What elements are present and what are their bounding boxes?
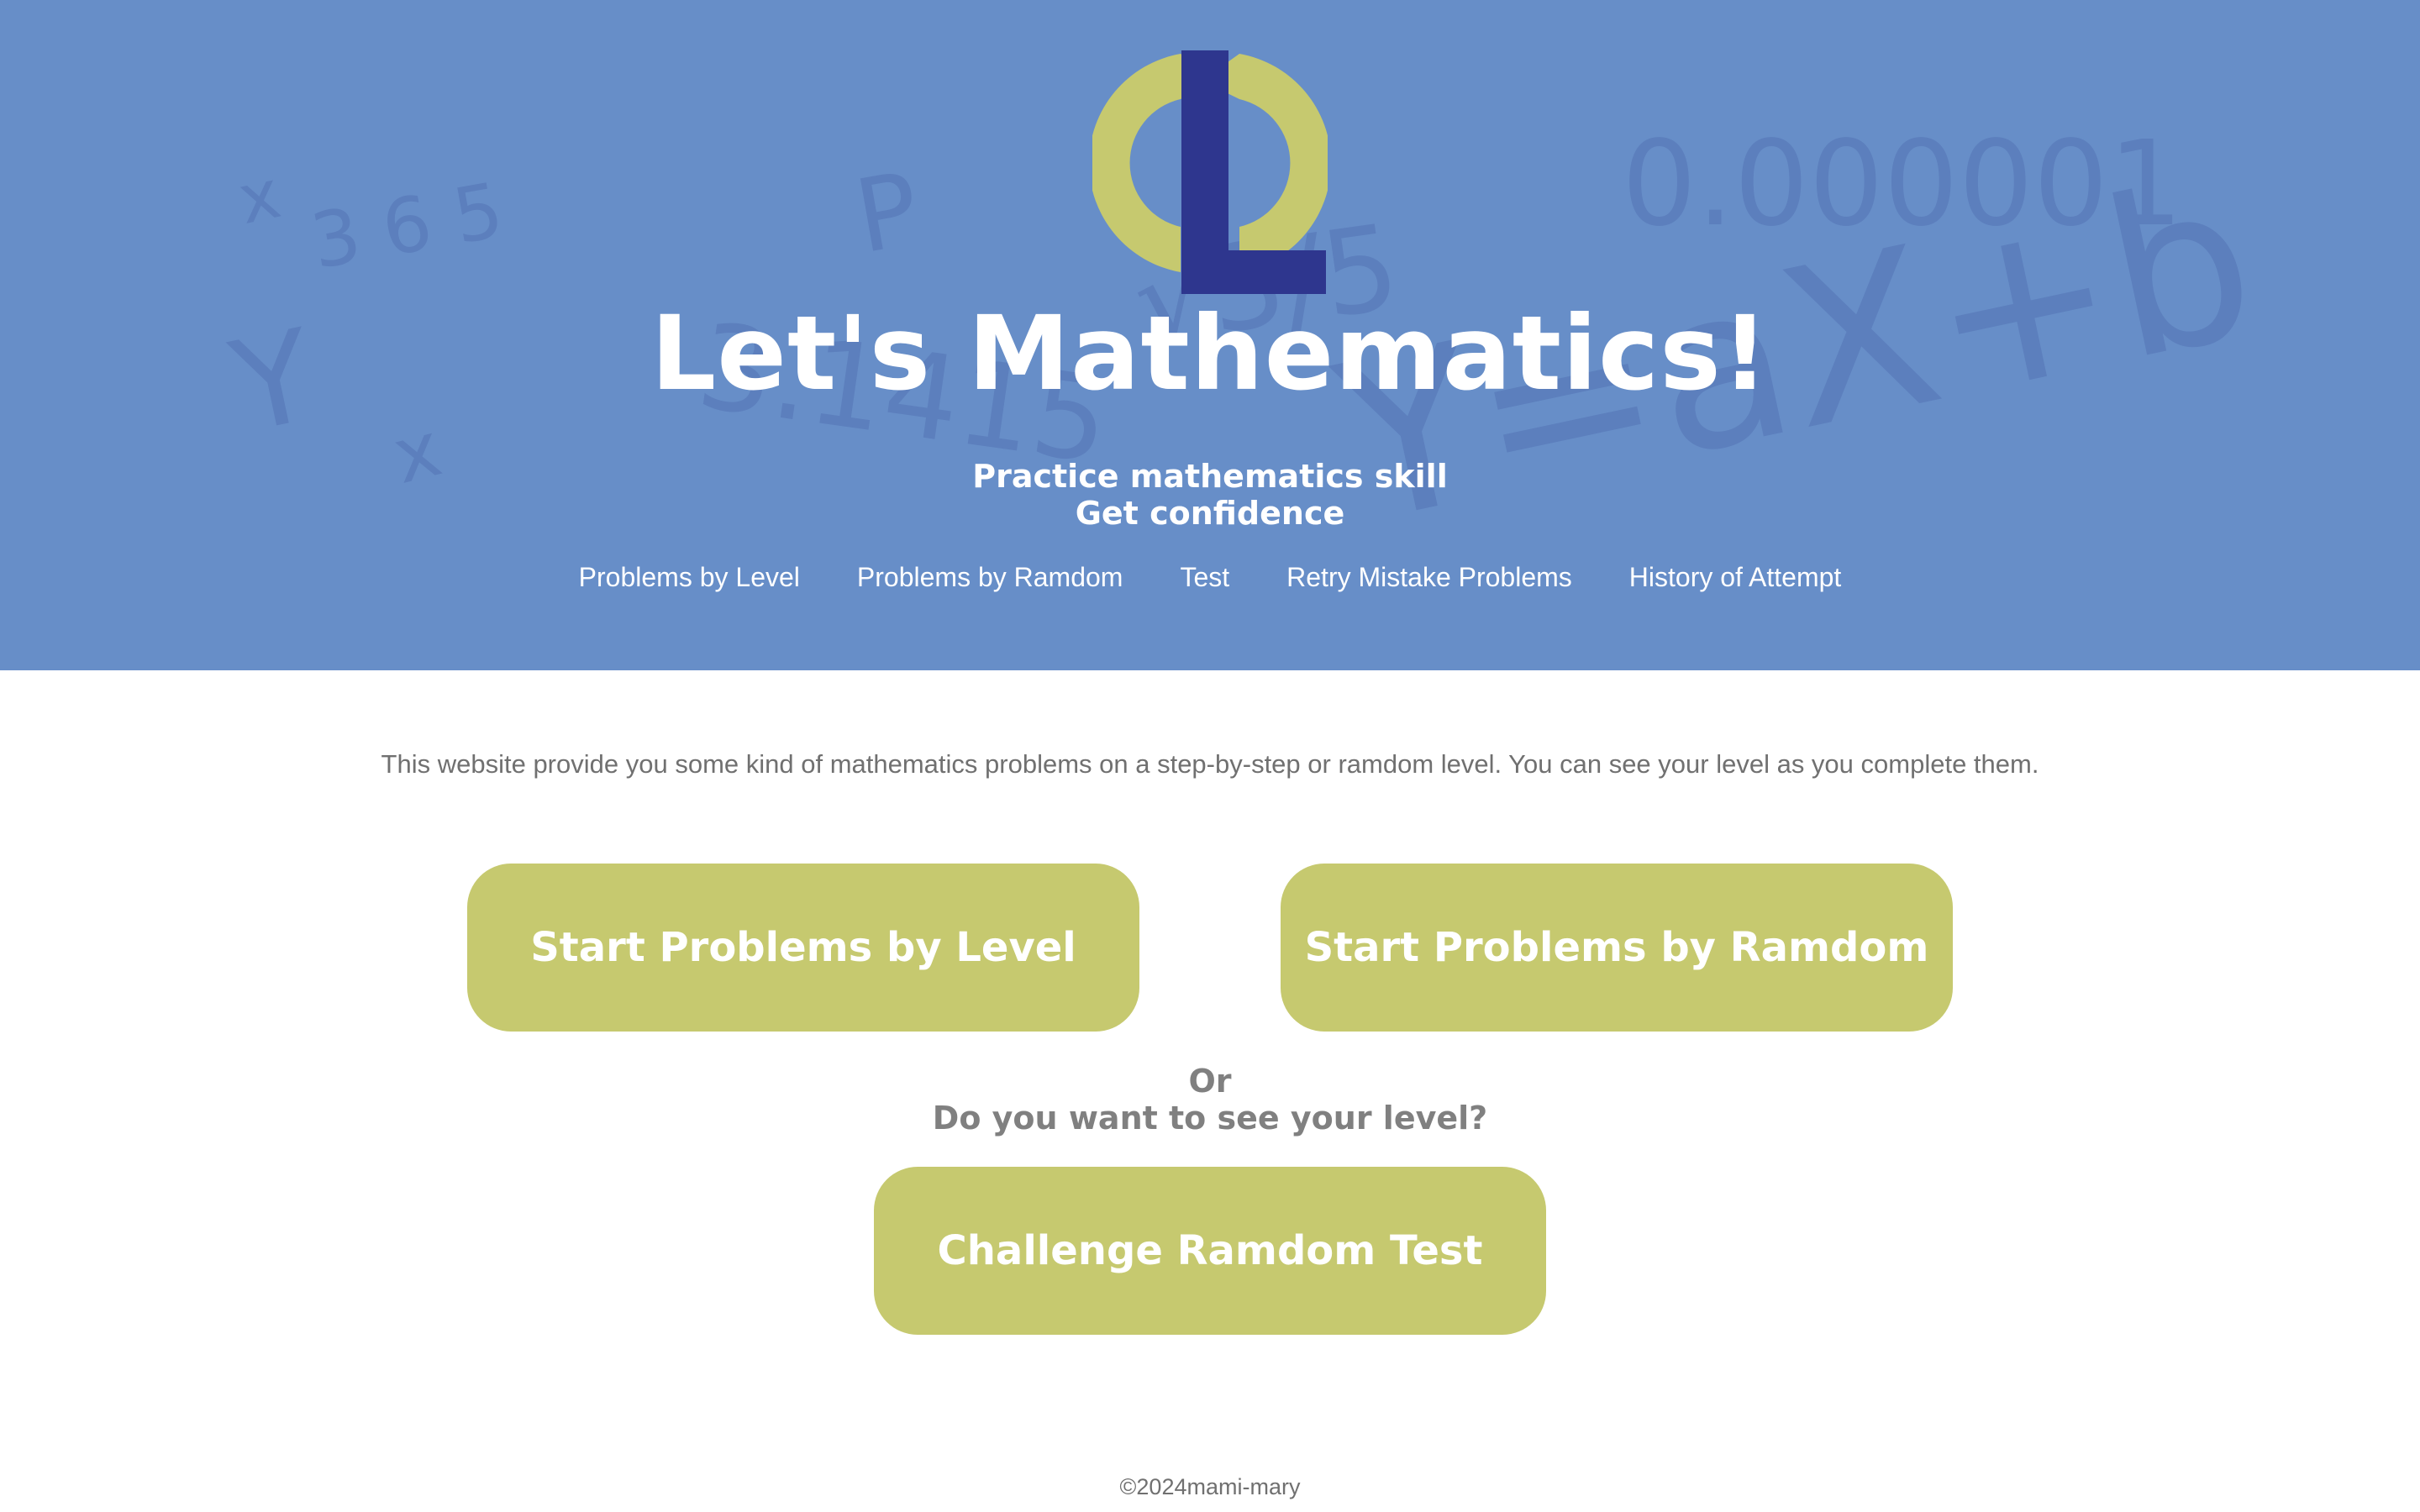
see-level-question: Do you want to see your level? [932,1100,1488,1137]
subtitle: Practice mathematics skill Get confidenc… [0,458,2420,532]
start-problems-by-random-button[interactable]: Start Problems by Ramdom [1281,864,1953,1032]
subtitle-line-2: Get confidence [1075,495,1345,532]
page-title: Let's Mathematics! [650,294,1770,413]
nav-problems-by-level[interactable]: Problems by Level [579,559,800,596]
bg-math-365: 3 6 5 [304,165,510,287]
intro-text: This website provide you some kind of ma… [381,749,2039,779]
footer: ©2024mami-mary [0,1472,2420,1502]
subtitle-line-1: Practice mathematics skill [972,458,1448,495]
hero-header: x 3 6 5 Y x P 3.1415 √3/5 0.000001 Y=aX+… [0,0,2420,670]
copyright-text: ©2024mami-mary [1119,1474,1301,1499]
nav-problems-by-random[interactable]: Problems by Ramdom [857,559,1123,596]
nav-history-of-attempt[interactable]: History of Attempt [1629,559,1842,596]
nav-retry-mistake-problems[interactable]: Retry Mistake Problems [1286,559,1572,596]
main-nav: Problems by Level Problems by Ramdom Tes… [0,559,2420,596]
nav-test[interactable]: Test [1180,559,1229,596]
challenge-random-test-button[interactable]: Challenge Ramdom Test [874,1167,1546,1335]
logo-icon [1092,50,1328,294]
bg-math-x: x [231,155,287,239]
start-problems-by-level-button[interactable]: Start Problems by Level [467,864,1139,1032]
or-prompt: Or Do you want to see your level? [0,1063,2420,1137]
bg-math-p: P [847,150,928,277]
or-label: Or [1188,1063,1232,1100]
